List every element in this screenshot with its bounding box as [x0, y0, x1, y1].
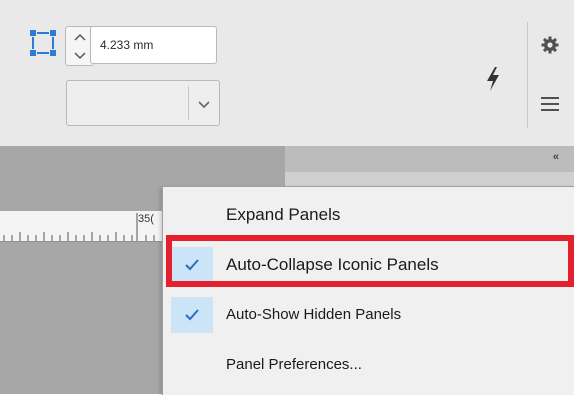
chevron-down-icon[interactable] [66, 46, 93, 65]
style-dropdown[interactable] [66, 80, 220, 126]
double-chevron-left-icon[interactable]: « [553, 151, 559, 163]
hamburger-icon[interactable] [541, 96, 559, 112]
menu-item-auto-show-hidden-panels[interactable]: Auto-Show Hidden Panels [163, 293, 574, 337]
dropdown-divider [188, 86, 189, 120]
menu-item-panel-preferences[interactable]: Panel Preferences... [163, 343, 574, 387]
horizontal-ruler[interactable]: 35( [0, 211, 162, 242]
menu-item-expand-panels[interactable]: Expand Panels [163, 193, 574, 237]
check-column [171, 347, 213, 383]
panel-options-menu: Expand Panels Auto-Collapse Iconic Panel… [162, 186, 574, 395]
checkmark-icon [171, 297, 213, 333]
lightning-icon[interactable] [482, 66, 504, 92]
spacing-icon [28, 28, 58, 58]
check-column [171, 197, 213, 233]
menu-item-label: Auto-Show Hidden Panels [226, 306, 402, 323]
chevron-down-icon[interactable] [196, 96, 212, 112]
chevron-up-icon[interactable] [66, 27, 93, 46]
menu-item-label: Expand Panels [226, 205, 341, 224]
spacing-field[interactable]: 4.233 mm [90, 26, 217, 64]
panel-header: « [285, 146, 574, 172]
menu-item-label: Panel Preferences... [226, 356, 362, 373]
control-bar: 4.233 mm [0, 0, 574, 146]
gear-icon[interactable] [541, 36, 559, 54]
toolbar-divider [527, 22, 528, 128]
ruler-label: 35( [138, 213, 154, 225]
highlight-box [166, 235, 574, 287]
